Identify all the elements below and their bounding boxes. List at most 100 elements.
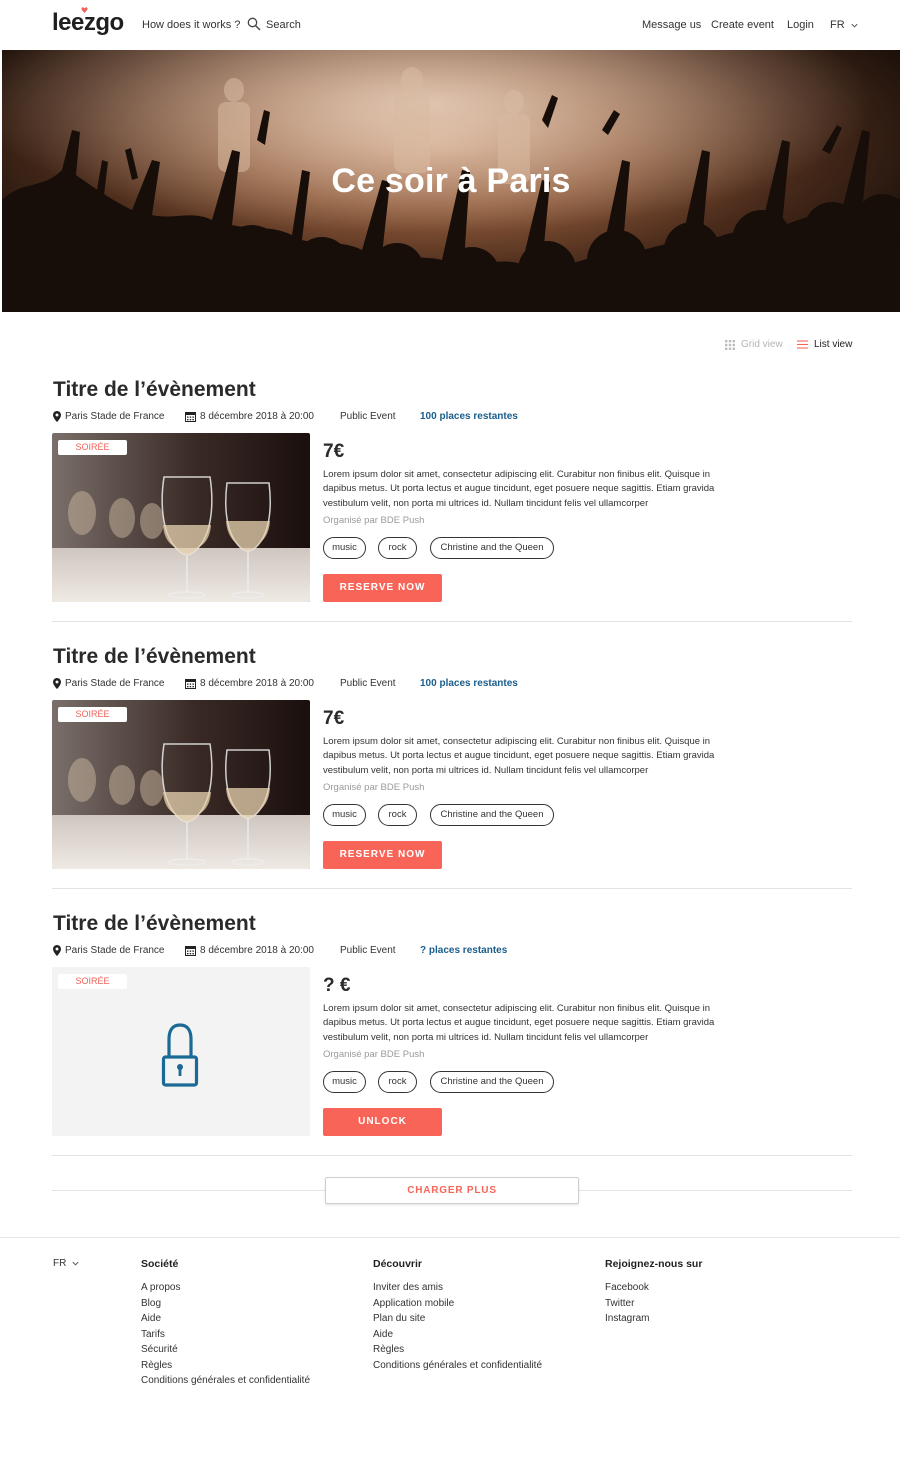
event-places-remaining[interactable]: ? places restantes — [420, 945, 507, 956]
footer-link[interactable]: Règles — [141, 1358, 310, 1374]
event-location-label: Paris Stade de France — [65, 945, 165, 956]
tag-chip[interactable]: music — [323, 1071, 366, 1093]
category-tag: SOIRÉE — [58, 440, 127, 455]
footer-link[interactable]: Inviter des amis — [373, 1280, 542, 1296]
event-location: Paris Stade de France — [53, 945, 165, 956]
event-title[interactable]: Titre de l’évènement — [53, 912, 256, 936]
event-type: Public Event — [340, 945, 396, 956]
event-organizer: Organisé par BDE Push — [323, 1049, 425, 1060]
location-pin-icon — [53, 678, 61, 689]
event-location-label: Paris Stade de France — [65, 678, 165, 689]
tag-chip[interactable]: music — [323, 537, 366, 559]
grid-view-label: Grid view — [741, 339, 783, 350]
footer-column-title: Société — [141, 1258, 179, 1270]
footer-language-selector[interactable]: FR — [53, 1258, 80, 1269]
event-description: Lorem ipsum dolor sit amet, consectetur … — [323, 469, 715, 509]
nav-search[interactable]: Search — [266, 19, 301, 31]
event-image[interactable]: SOIRÉE — [52, 433, 310, 602]
footer-link[interactable]: Aide — [141, 1311, 310, 1327]
nav-create-event[interactable]: Create event — [711, 19, 774, 31]
footer-link[interactable]: Blog — [141, 1296, 310, 1312]
tag-chip[interactable]: Christine and the Queen — [430, 1071, 554, 1093]
event-type: Public Event — [340, 678, 396, 689]
wine-glasses-image — [52, 433, 310, 602]
chevron-down-icon — [851, 23, 858, 28]
list-icon — [797, 340, 808, 349]
grid-icon — [725, 339, 735, 350]
leezgo-logo[interactable]: leezgo — [52, 9, 124, 37]
language-selector[interactable]: FR — [830, 19, 859, 31]
event-price: 7€ — [323, 708, 345, 729]
calendar-icon — [185, 679, 196, 689]
event-date: 8 décembre 2018 à 20:00 — [185, 945, 314, 956]
location-pin-icon — [53, 945, 61, 956]
divider — [52, 1155, 852, 1156]
tag-chip[interactable]: rock — [378, 1071, 417, 1093]
list-view-label: List view — [814, 339, 853, 350]
category-tag: SOIRÉE — [58, 707, 127, 722]
wine-glasses-image — [52, 700, 310, 869]
footer-link[interactable]: A propos — [141, 1280, 310, 1296]
footer-link[interactable]: Aide — [373, 1327, 542, 1343]
heart-icon — [81, 7, 88, 13]
footer-link[interactable]: Application mobile — [373, 1296, 542, 1312]
tag-chip[interactable]: rock — [378, 537, 417, 559]
footer-link-twitter[interactable]: Twitter — [605, 1296, 702, 1312]
footer-column-title: Rejoignez-nous sur — [605, 1258, 703, 1270]
nav-message-us[interactable]: Message us — [642, 19, 701, 31]
load-more-line-right — [579, 1190, 852, 1191]
footer-column-title: Découvrir — [373, 1258, 423, 1270]
chevron-down-icon — [72, 1261, 79, 1266]
footer-link-instagram[interactable]: Instagram — [605, 1311, 702, 1327]
location-pin-icon — [53, 411, 61, 422]
event-title[interactable]: Titre de l’évènement — [53, 645, 256, 669]
event-image[interactable]: SOIRÉE — [52, 700, 310, 869]
event-date: 8 décembre 2018 à 20:00 — [185, 411, 314, 422]
top-header: leezgo How does it works ? Search Messag… — [0, 0, 900, 50]
footer-link[interactable]: Sécurité — [141, 1342, 310, 1358]
footer-column-decouvrir: Découvrir Inviter des amis Application m… — [373, 1258, 542, 1373]
nav-how-it-works[interactable]: How does it works ? — [142, 19, 240, 31]
load-more-button[interactable]: CHARGER PLUS — [325, 1177, 579, 1204]
footer-link[interactable]: Conditions générales et confidentialité — [141, 1373, 310, 1389]
footer-column-societe: Société A propos Blog Aide Tarifs Sécuri… — [141, 1258, 310, 1389]
tag-chip[interactable]: rock — [378, 804, 417, 826]
event-organizer: Organisé par BDE Push — [323, 515, 425, 526]
calendar-icon — [185, 946, 196, 956]
event-location: Paris Stade de France — [53, 678, 165, 689]
event-price: ? € — [323, 975, 351, 996]
unlock-button[interactable]: UNLOCK — [323, 1108, 442, 1136]
search-icon[interactable] — [247, 17, 261, 31]
grid-view-toggle[interactable]: Grid view — [725, 339, 783, 350]
footer-language-label: FR — [53, 1258, 67, 1269]
divider — [52, 888, 852, 889]
event-type: Public Event — [340, 411, 396, 422]
tag-chip[interactable]: music — [323, 804, 366, 826]
footer-link[interactable]: Plan du site — [373, 1311, 542, 1327]
nav-login[interactable]: Login — [787, 19, 814, 31]
divider — [52, 621, 852, 622]
event-location: Paris Stade de France — [53, 411, 165, 422]
event-title[interactable]: Titre de l’évènement — [53, 378, 256, 402]
footer-link[interactable]: Conditions générales et confidentialité — [373, 1358, 542, 1374]
event-date: 8 décembre 2018 à 20:00 — [185, 678, 314, 689]
tag-chip[interactable]: Christine and the Queen — [430, 537, 554, 559]
footer-link-facebook[interactable]: Facebook — [605, 1280, 702, 1296]
event-date-label: 8 décembre 2018 à 20:00 — [200, 945, 314, 956]
footer-link[interactable]: Règles — [373, 1342, 542, 1358]
event-date-label: 8 décembre 2018 à 20:00 — [200, 411, 314, 422]
locked-event-image[interactable]: SOIRÉE — [52, 967, 310, 1136]
tag-chip[interactable]: Christine and the Queen — [430, 804, 554, 826]
reserve-now-button[interactable]: RESERVE NOW — [323, 574, 442, 602]
event-location-label: Paris Stade de France — [65, 411, 165, 422]
footer-column-social: Rejoignez-nous sur Facebook Twitter Inst… — [605, 1258, 702, 1327]
reserve-now-button[interactable]: RESERVE NOW — [323, 841, 442, 869]
footer-link[interactable]: Tarifs — [141, 1327, 310, 1343]
event-places-remaining[interactable]: 100 places restantes — [420, 411, 518, 422]
event-description: Lorem ipsum dolor sit amet, consectetur … — [323, 1003, 715, 1043]
list-view-toggle[interactable]: List view — [797, 339, 852, 350]
event-places-remaining[interactable]: 100 places restantes — [420, 678, 518, 689]
hero-title: Ce soir à Paris — [331, 162, 571, 200]
event-date-label: 8 décembre 2018 à 20:00 — [200, 678, 314, 689]
category-tag: SOIRÉE — [58, 974, 127, 989]
